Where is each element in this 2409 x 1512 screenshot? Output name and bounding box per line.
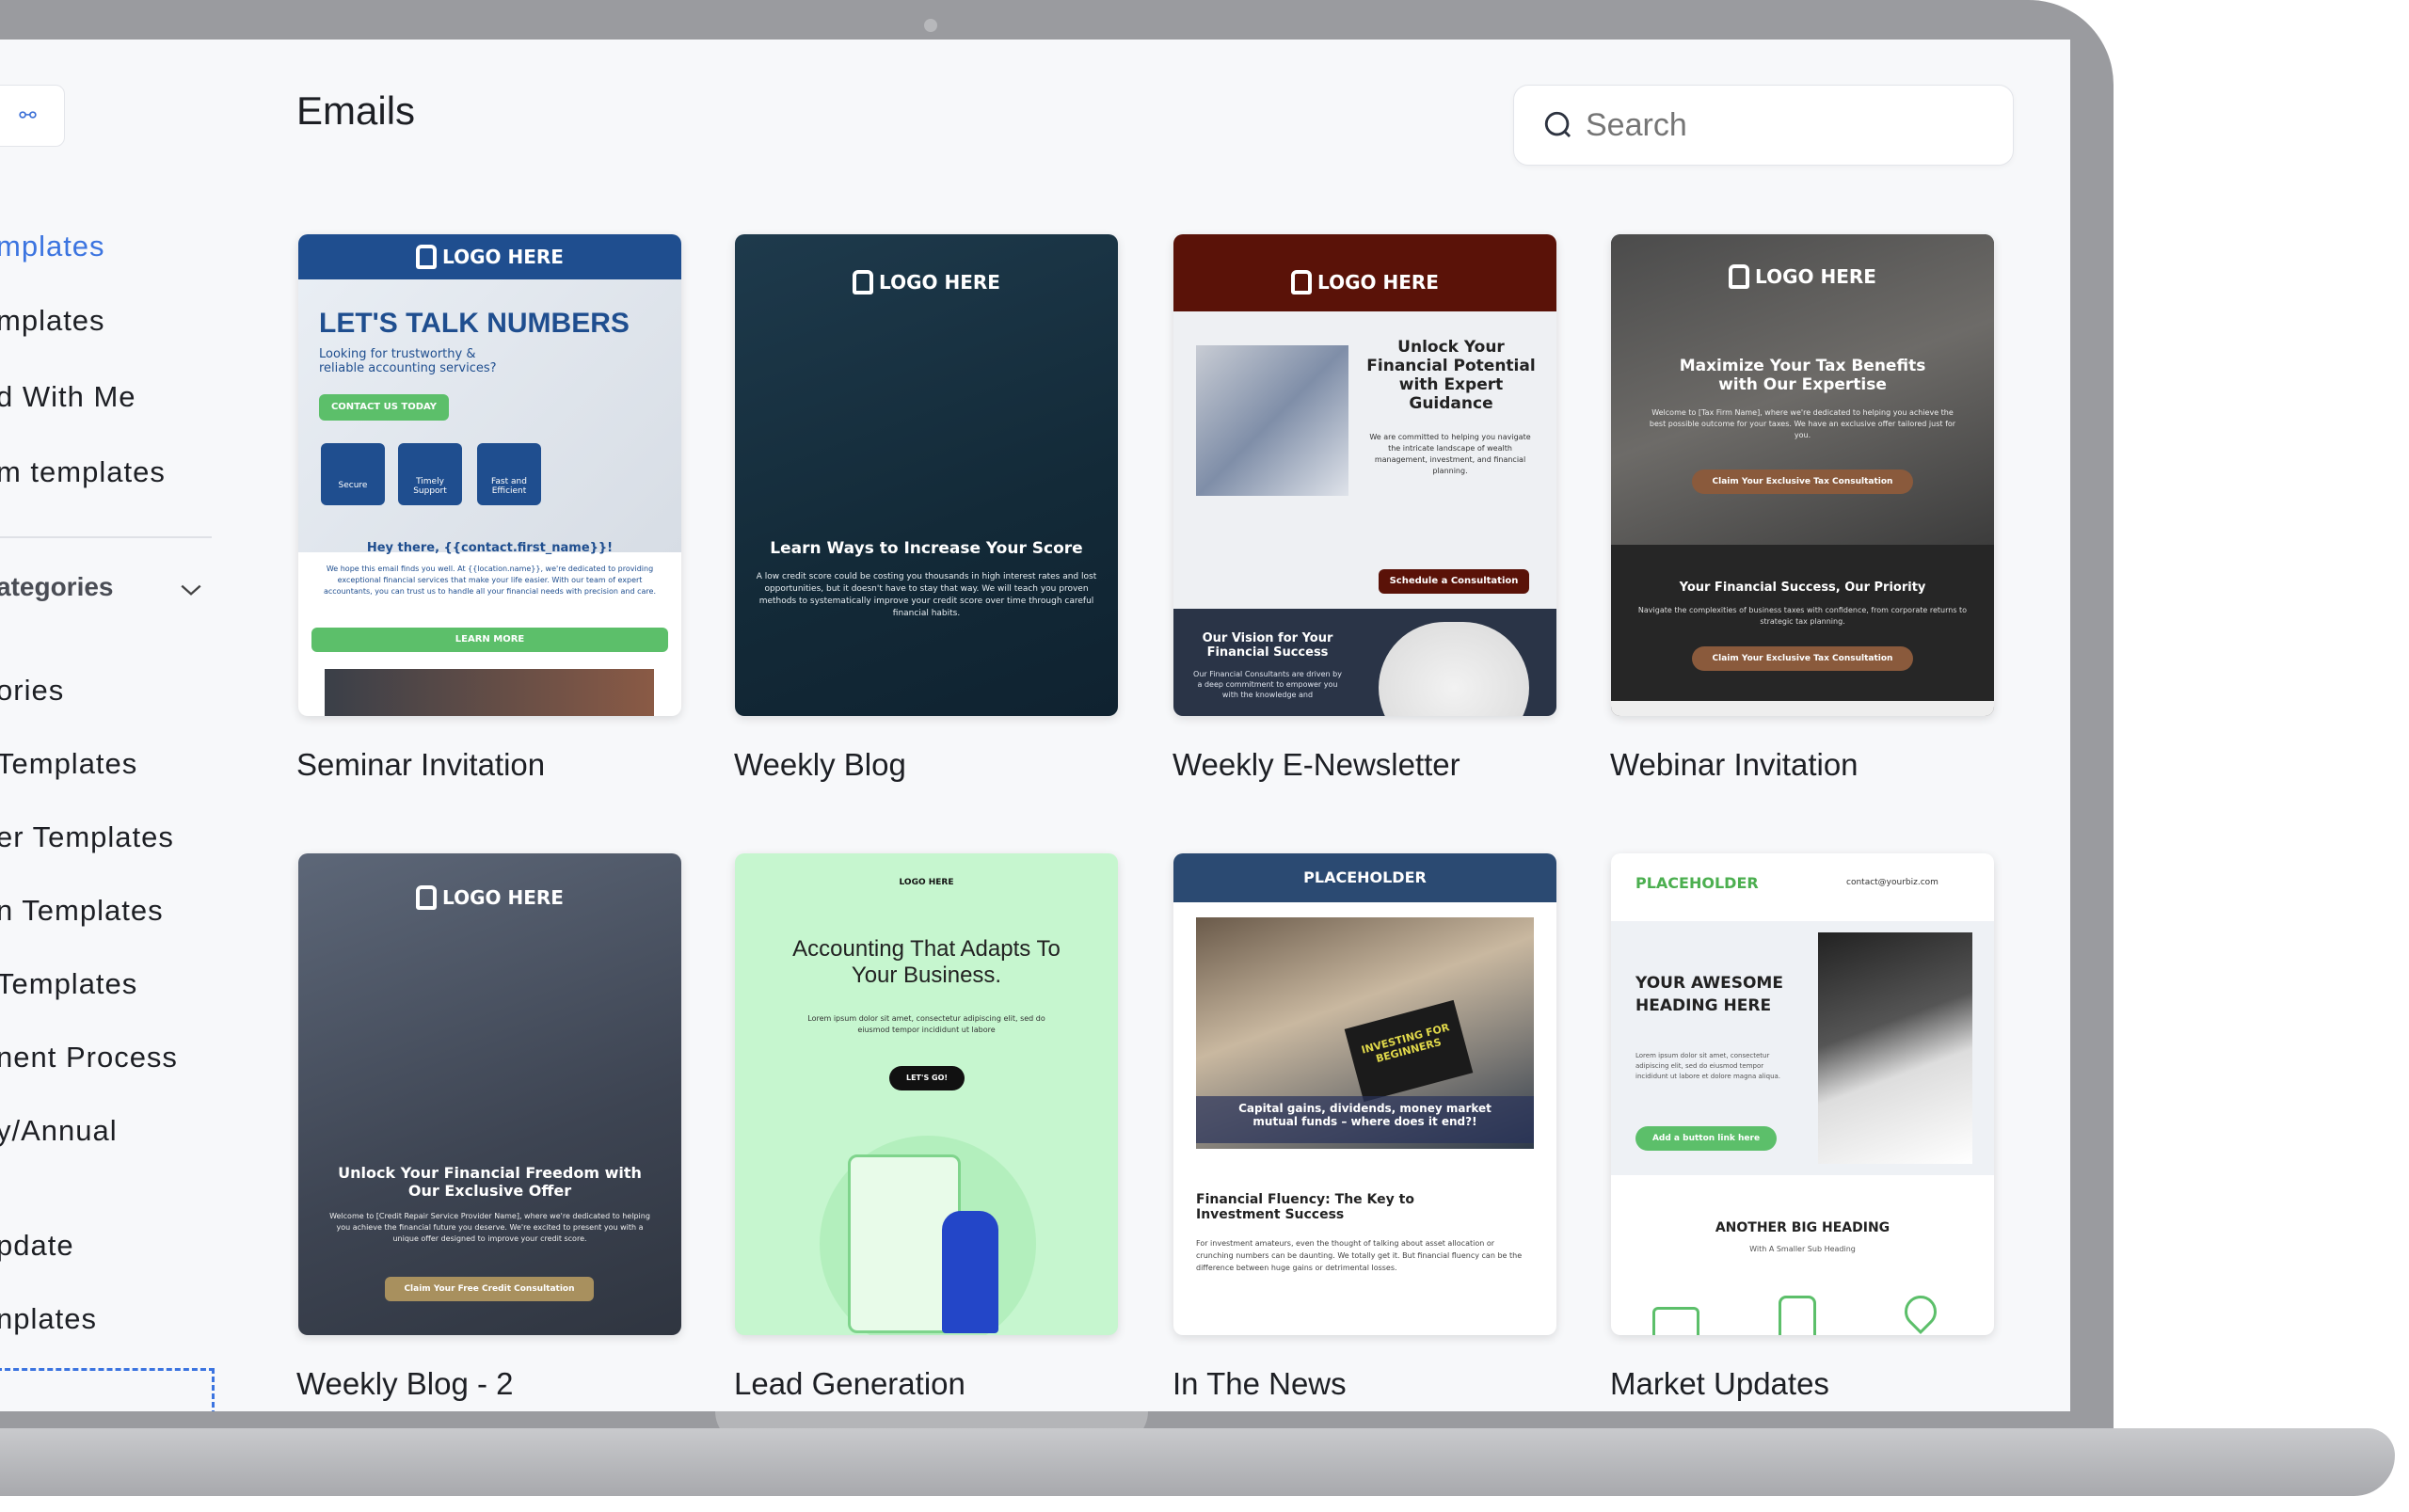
card-button: Add a button link here <box>1635 1126 1777 1151</box>
template-name[interactable]: Webinar Invitation <box>1610 746 1859 784</box>
app-screen: ⚯ mplates mplates d With Me m templates … <box>0 40 2070 1411</box>
sidebar-divider <box>0 536 212 538</box>
template-name[interactable]: Weekly E-Newsletter <box>1173 746 1460 784</box>
location-pin-icon <box>1897 1288 1944 1335</box>
thumbs-up-icon <box>1779 1296 1816 1335</box>
card-headline: Unlock Your Financial Freedom with Our E… <box>338 1164 642 1200</box>
laptop-base <box>0 1428 2395 1496</box>
category-item[interactable]: n Templates <box>0 894 164 928</box>
template-card-seminar-invitation[interactable]: LOGO HERE LET'S TALK NUMBERS Looking for… <box>298 234 681 716</box>
logo-text: LOGO HERE <box>879 271 1000 294</box>
card-section-title: Our Vision for Your Financial Success <box>1202 631 1333 660</box>
card-section-body: Our Financial Consultants are driven by … <box>1193 670 1342 699</box>
template-card-market-updates[interactable]: PLACEHOLDER contact@yourbiz.com YOUR AWE… <box>1611 853 1994 1335</box>
category-item[interactable]: Templates <box>0 747 137 781</box>
card-body: We hope this email finds you well. At {{… <box>323 565 656 596</box>
logo-icon <box>1291 270 1313 294</box>
logo-text: LOGO HERE <box>442 886 564 909</box>
logo-text: PLACEHOLDER <box>1635 874 1759 892</box>
contact-email: contact@yourbiz.com <box>1846 878 1938 887</box>
template-card-webinar-invitation[interactable]: LOGO HERE Maximize Your Tax Benefits wit… <box>1611 234 1994 716</box>
category-item[interactable]: ories <box>0 674 64 708</box>
card-button: LET'S GO! <box>889 1066 965 1090</box>
category-item[interactable]: Templates <box>0 967 137 1001</box>
card-headline: LET'S TALK NUMBERS <box>319 308 630 339</box>
template-name[interactable]: In The News <box>1173 1365 1347 1403</box>
sidebar-item-shared-with-me[interactable]: d With Me <box>0 380 136 414</box>
page-title: Emails <box>296 88 416 133</box>
card-body: Lorem ipsum dolor sit amet, consectetur … <box>807 1014 1045 1034</box>
card-body: Welcome to [Tax Firm Name], where we're … <box>1649 408 1956 439</box>
card-section-sub: With A Smaller Sub Heading <box>1749 1245 1856 1253</box>
card-caption: Capital gains, dividends, money market m… <box>1196 1096 1534 1143</box>
template-name[interactable]: Seminar Invitation <box>296 746 545 784</box>
sidebar-item-all-templates[interactable]: mplates <box>0 230 105 263</box>
template-card-lead-generation[interactable]: LOGO HERE Accounting That Adapts To Your… <box>735 853 1118 1335</box>
feature-fast: Fast and Efficient <box>477 443 541 505</box>
chat-icon <box>1652 1307 1699 1335</box>
template-card-weekly-blog[interactable]: LOGO HERE Learn Ways to Increase Your Sc… <box>735 234 1118 716</box>
category-item[interactable]: y/Annual <box>0 1114 118 1148</box>
feature-support: Timely Support <box>398 443 462 505</box>
feature-secure: Secure <box>321 443 385 505</box>
card-headline: YOUR AWESOME HEADING HERE <box>1635 974 1783 1015</box>
card-body: We are committed to helping you navigate… <box>1369 433 1531 475</box>
card-button: Claim Your Exclusive Tax Consultation <box>1692 470 1913 494</box>
logo-text: LOGO HERE <box>899 878 954 887</box>
logo-text: PLACEHOLDER <box>1303 868 1427 886</box>
card-subtitle: Looking for trustworthy & reliable accou… <box>319 347 497 375</box>
card-body: For investment amateurs, even the though… <box>1196 1239 1523 1272</box>
card-greeting: Hey there, {{contact.first_name}}! <box>366 541 614 555</box>
sidebar-item-my-templates[interactable]: mplates <box>0 304 105 338</box>
card-button: LEARN MORE <box>311 628 668 652</box>
card-body: Welcome to [Credit Repair Service Provid… <box>329 1212 650 1243</box>
category-item[interactable]: pdate <box>0 1229 74 1263</box>
search-box[interactable] <box>1513 85 2014 166</box>
logo-text: LOGO HERE <box>1317 271 1439 294</box>
logo-text: LOGO HERE <box>442 246 564 268</box>
card-cta: CONTACT US TODAY <box>319 394 449 421</box>
card-body: Lorem ipsum dolor sit amet, consectetur … <box>1635 1052 1781 1080</box>
template-name[interactable]: Weekly Blog - 2 <box>296 1365 513 1403</box>
card-headline: Maximize Your Tax Benefits with Our Expe… <box>1679 357 1926 394</box>
categories-header[interactable]: ategories <box>0 572 114 602</box>
card-button: Schedule a Consultation <box>1379 569 1529 594</box>
sidebar-item-custom-templates[interactable]: m templates <box>0 455 166 489</box>
card-headline: Financial Fluency: The Key to Investment… <box>1196 1192 1414 1222</box>
card-section-title: Your Financial Success, Our Priority <box>1679 581 1926 595</box>
filter-button[interactable]: ⚯ <box>0 85 65 147</box>
card-button-2: Claim Your Exclusive Tax Consultation <box>1692 646 1913 671</box>
template-card-weekly-e-newsletter[interactable]: LOGO HERE Unlock Your Financial Potentia… <box>1173 234 1556 716</box>
add-category-dropzone[interactable] <box>0 1368 215 1411</box>
template-name[interactable]: Market Updates <box>1610 1365 1829 1403</box>
search-icon <box>1544 111 1571 138</box>
template-card-weekly-blog-2[interactable]: LOGO HERE Unlock Your Financial Freedom … <box>298 853 681 1335</box>
logo-icon <box>416 885 438 910</box>
card-section-title: ANOTHER BIG HEADING <box>1715 1220 1891 1235</box>
template-name[interactable]: Lead Generation <box>734 1365 965 1403</box>
template-card-in-the-news[interactable]: PLACEHOLDER INVESTING FOR BEGINNERS Capi… <box>1173 853 1556 1335</box>
card-headline: Learn Ways to Increase Your Score <box>770 539 1083 558</box>
chevron-down-icon[interactable] <box>179 578 203 602</box>
template-name[interactable]: Weekly Blog <box>734 746 906 784</box>
camera <box>924 19 937 32</box>
logo-icon <box>853 270 874 294</box>
card-headline: Accounting That Adapts To Your Business. <box>792 936 1061 988</box>
search-input[interactable] <box>1586 106 1981 144</box>
category-item[interactable]: er Templates <box>0 820 174 854</box>
card-section-body: Navigate the complexities of business ta… <box>1637 606 1968 626</box>
sliders-icon: ⚯ <box>19 103 37 128</box>
card-headline: Unlock Your Financial Potential with Exp… <box>1366 338 1536 413</box>
logo-icon <box>416 245 438 269</box>
logo-text: LOGO HERE <box>1755 265 1876 288</box>
category-item[interactable]: nplates <box>0 1302 97 1336</box>
logo-icon <box>1729 264 1750 289</box>
card-button: Claim Your Free Credit Consultation <box>385 1277 594 1301</box>
card-body: A low credit score could be costing you … <box>756 572 1097 618</box>
category-item[interactable]: nent Process <box>0 1041 178 1074</box>
